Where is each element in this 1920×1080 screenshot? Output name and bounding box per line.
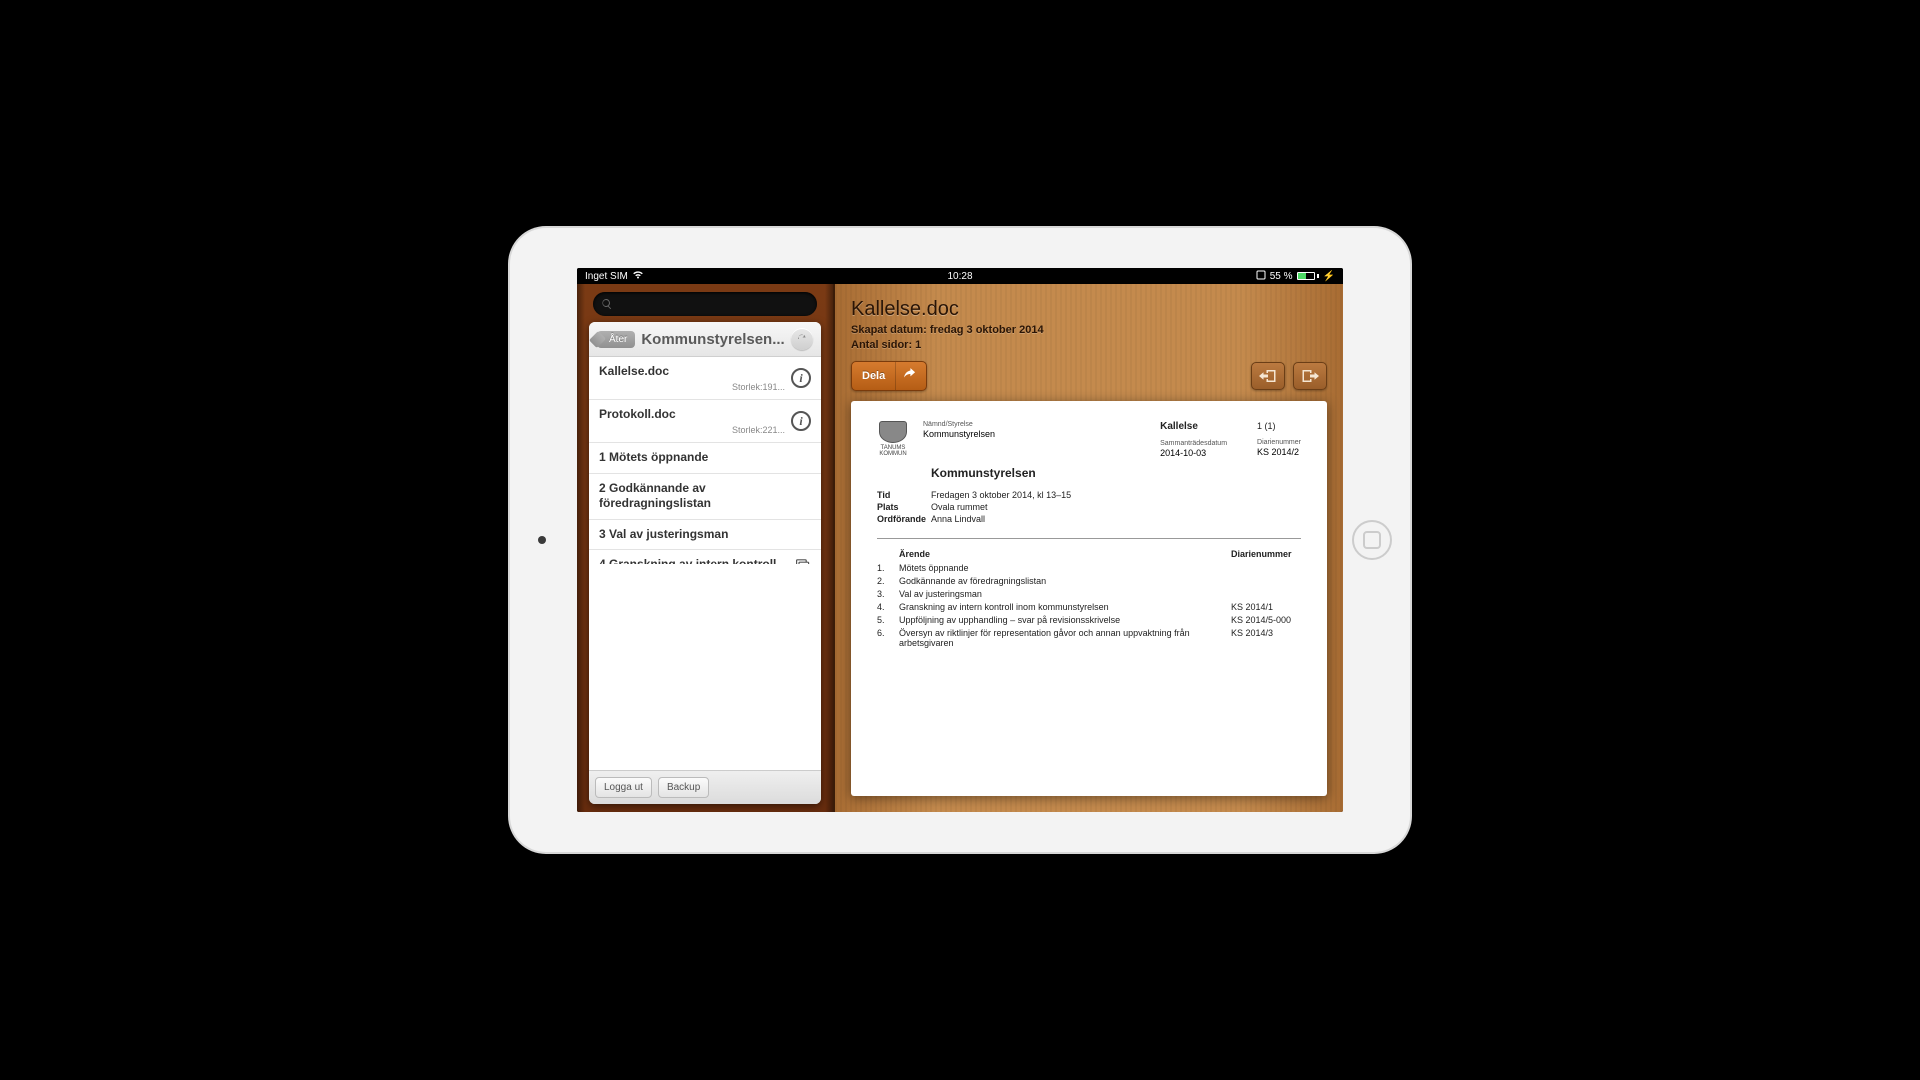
document-title: Kallelse.doc — [851, 298, 1327, 321]
meta-namnd-label: Nämnd/Styrelse — [923, 421, 995, 428]
label-ordforande: Ordförande — [877, 514, 931, 524]
search-icon — [601, 298, 613, 310]
value-ordforande: Anna Lindvall — [931, 514, 985, 524]
file-item[interactable]: Kallelse.doc Storlek:191... i — [589, 357, 821, 400]
document-created: Skapat datum: fredag 3 oktober 2014 — [851, 324, 1327, 336]
backup-button[interactable]: Backup — [658, 777, 709, 798]
import-icon — [1259, 368, 1277, 384]
share-button[interactable]: Dela — [851, 361, 927, 391]
refresh-icon — [796, 333, 808, 345]
export-icon — [1301, 368, 1319, 384]
wifi-icon — [632, 270, 644, 282]
label-plats: Plats — [877, 502, 931, 512]
file-name: Kallelse.doc — [599, 364, 791, 378]
import-button[interactable] — [1251, 362, 1285, 390]
meta-date: 2014-10-03 — [1160, 448, 1227, 458]
col-dnr: Diarienummer — [1231, 549, 1301, 559]
clock: 10:28 — [947, 271, 972, 282]
item-list[interactable]: Kallelse.docStorlek:191...iProtokoll.doc… — [589, 357, 821, 564]
value-plats: Ovala rummet — [931, 502, 988, 512]
agenda-text: 3 Val av justeringsman — [599, 527, 811, 543]
search-input[interactable] — [593, 292, 817, 316]
agenda-text: 1 Mötets öppnande — [599, 450, 811, 466]
page-number: 1 (1) — [1257, 421, 1301, 431]
battery-label: 55 % — [1270, 271, 1293, 282]
paper-heading: Kallelse — [1160, 421, 1227, 432]
screen: Inget SIM 10:28 55 % ⚡ — [577, 268, 1343, 812]
share-icon — [895, 362, 926, 390]
file-item[interactable]: Protokoll.doc Storlek:221... i — [589, 400, 821, 443]
meta-dnr: KS 2014/2 — [1257, 447, 1301, 457]
back-button[interactable]: Åter — [597, 331, 635, 348]
section-heading: Kommunstyrelsen — [931, 466, 1301, 480]
meta-dnr-label: Diarienummer — [1257, 439, 1301, 446]
table-row: 4.Granskning av intern kontroll inom kom… — [877, 602, 1301, 612]
refresh-button[interactable] — [791, 328, 813, 350]
table-row: 1.Mötets öppnande — [877, 563, 1301, 573]
document-page[interactable]: TANUMS KOMMUN Nämnd/Styrelse Kommunstyre… — [851, 401, 1327, 796]
document-pages: Antal sidor: 1 — [851, 339, 1327, 351]
agenda-item[interactable]: 3 Val av justeringsman — [589, 520, 821, 551]
home-button[interactable] — [1352, 520, 1392, 560]
agenda-item[interactable]: 4 Granskning av intern kontroll inom kom… — [589, 550, 821, 563]
ipad-frame: Inget SIM 10:28 55 % ⚡ — [510, 228, 1410, 852]
export-button[interactable] — [1293, 362, 1327, 390]
agenda-item[interactable]: 1 Mötets öppnande — [589, 443, 821, 474]
sidebar: Åter Kommunstyrelsen... Kallelse.doc Stor… — [577, 284, 835, 812]
col-arende: Ärende — [899, 549, 1231, 559]
table-row: 3.Val av justeringsman — [877, 589, 1301, 599]
value-tid: Fredagen 3 oktober 2014, kl 13–15 — [931, 490, 1071, 500]
camera-dot — [538, 536, 546, 544]
label-tid: Tid — [877, 490, 931, 500]
meta-date-label: Sammanträdesdatum — [1160, 440, 1227, 447]
rotation-lock-icon — [1256, 270, 1266, 283]
file-size: Storlek:221... — [599, 425, 785, 435]
logout-button[interactable]: Logga ut — [595, 777, 652, 798]
sidebar-panel: Åter Kommunstyrelsen... Kallelse.doc Stor… — [589, 322, 821, 804]
info-icon[interactable]: i — [791, 368, 811, 388]
status-bar: Inget SIM 10:28 55 % ⚡ — [577, 268, 1343, 284]
agenda-text: 2 Godkännande av föredragningslistan — [599, 481, 811, 512]
info-icon[interactable]: i — [791, 411, 811, 431]
table-row: 2.Godkännande av föredragningslistan — [877, 576, 1301, 586]
panel-title: Kommunstyrelsen... — [641, 331, 785, 348]
charging-icon: ⚡ — [1323, 271, 1335, 282]
document-pane: Kallelse.doc Skapat datum: fredag 3 okto… — [835, 284, 1343, 812]
meta-namnd: Kommunstyrelsen — [923, 429, 995, 439]
table-row: 5.Uppföljning av upphandling – svar på r… — [877, 615, 1301, 625]
file-name: Protokoll.doc — [599, 407, 791, 421]
municipality-crest: TANUMS KOMMUN — [877, 421, 909, 457]
agenda-item[interactable]: 2 Godkännande av föredragningslistan — [589, 474, 821, 520]
table-row: 6.Översyn av riktlinjer för representati… — [877, 628, 1301, 648]
file-size: Storlek:191... — [599, 382, 785, 392]
battery-icon — [1297, 272, 1319, 280]
carrier-label: Inget SIM — [585, 271, 628, 282]
